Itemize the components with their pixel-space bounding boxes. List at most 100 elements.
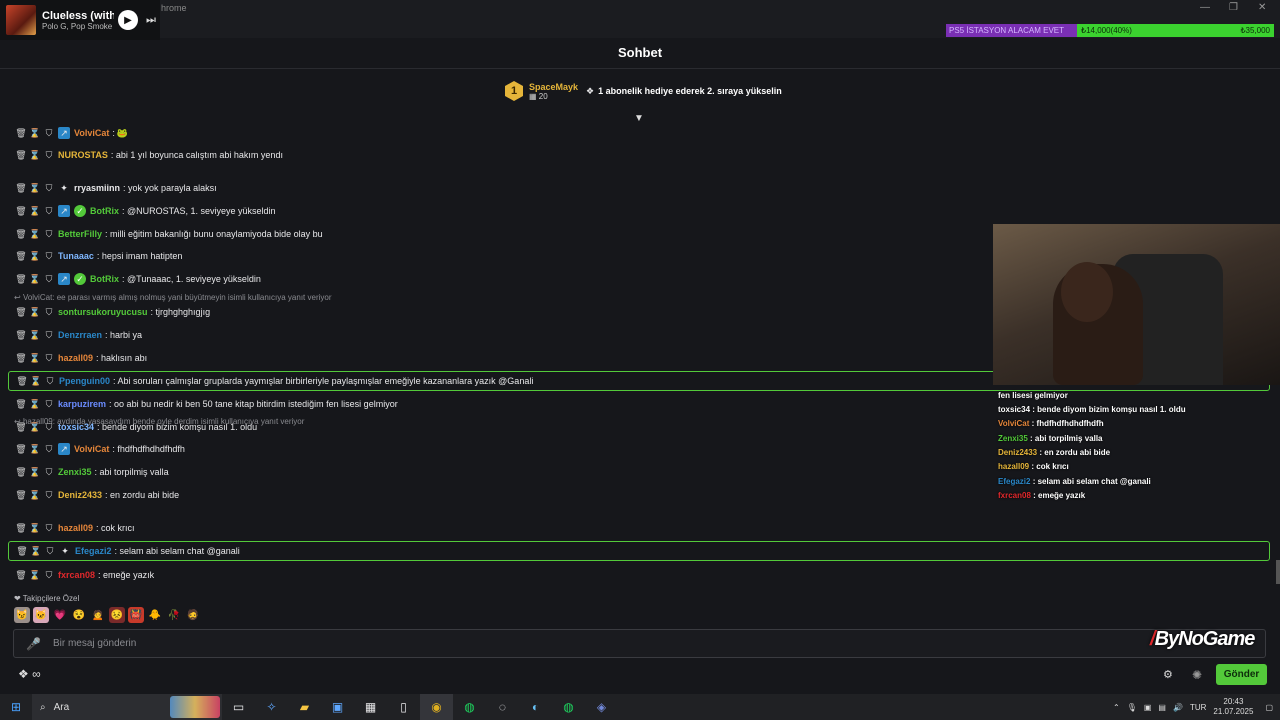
delete-icon[interactable]: 🗑 (14, 229, 28, 240)
chat-username[interactable]: Efegazi2 (75, 546, 112, 556)
delete-icon[interactable]: 🗑 (14, 570, 28, 581)
chat-username[interactable]: Ppenguin00 (59, 376, 110, 386)
chat-username[interactable]: VolviCat (74, 128, 109, 138)
delete-icon[interactable]: 🗑 (14, 307, 28, 318)
timeout-icon[interactable]: ⌛ (28, 444, 42, 455)
steam-icon[interactable]: ◐ (519, 694, 552, 720)
timeout-icon[interactable]: ⌛ (28, 183, 42, 194)
chat-message[interactable]: 🗑 ⌛ ⛉ ↗ VolviCat: 🐸 (8, 123, 1270, 143)
app-grid-icon[interactable]: ▦ (354, 694, 387, 720)
file-explorer-icon[interactable]: ▰ (288, 694, 321, 720)
timeout-icon[interactable]: ⌛ (28, 490, 42, 501)
chat-username[interactable]: NUROSTAS (58, 150, 108, 160)
timeout-icon[interactable]: ⌛ (28, 570, 42, 581)
timeout-icon[interactable]: ⌛ (28, 399, 42, 410)
chat-username[interactable]: hazall09 (58, 523, 93, 533)
chat-message[interactable]: 🗑 ⌛ ⛉ ↗ ✓ BotRix: @NUROSTAS, 1. seviyeye yüks… (8, 201, 1270, 221)
scrollbar[interactable] (1276, 560, 1280, 584)
copilot-icon[interactable]: ✧ (255, 694, 288, 720)
emote[interactable]: 😼 (14, 607, 30, 623)
chat-message[interactable]: 🗑 ⌛ ⛉ hazall09: cok krıcı (8, 518, 1270, 538)
minimize-button[interactable]: — (1200, 2, 1210, 13)
reply-context[interactable]: ↩ hazall09: aydında yasasaydım bende oyl… (14, 417, 304, 426)
badge-settings-icon[interactable]: ✺ (1192, 668, 1202, 682)
spotify-icon[interactable]: ◍ (453, 694, 486, 720)
delete-icon[interactable]: 🗑 (14, 523, 28, 534)
delete-icon[interactable]: 🗑 (15, 546, 29, 557)
timeout-icon[interactable]: ⌛ (28, 523, 42, 534)
message-input-box[interactable]: 🎤 (13, 629, 1266, 658)
language-indicator[interactable]: TUR (1190, 703, 1206, 712)
emote[interactable]: 😵 (71, 607, 87, 623)
chat-username[interactable]: Tunaaac (58, 251, 94, 261)
microphone-icon[interactable]: 🎤 (26, 637, 41, 651)
chat-username[interactable]: hazall09 (58, 353, 93, 363)
emote[interactable]: 💗 (52, 607, 68, 623)
spotify-icon-2[interactable]: ◍ (552, 694, 585, 720)
chat-message[interactable]: 🗑 ⌛ ⛉ ✦ Efegazi2: selam abi selam chat @gana… (8, 541, 1270, 561)
delete-icon[interactable]: 🗑 (14, 128, 28, 139)
chat-username[interactable]: fxrcan08 (58, 570, 95, 580)
notification-icon[interactable]: ▢ (1265, 703, 1273, 712)
chat-username[interactable]: BetterFilly (58, 229, 102, 239)
store-icon[interactable]: ▣ (321, 694, 354, 720)
delete-icon[interactable]: 🗑 (14, 183, 28, 194)
delete-icon[interactable]: 🗑 (14, 206, 28, 217)
chat-username[interactable]: sontursukoruyucusu (58, 307, 148, 317)
timeout-icon[interactable]: ⌛ (28, 251, 42, 262)
emote[interactable]: 👹 (128, 607, 144, 623)
timeout-icon[interactable]: ⌛ (28, 229, 42, 240)
obs-icon[interactable]: ◌ (486, 694, 519, 720)
timeout-icon[interactable]: ⌛ (29, 546, 43, 557)
chat-username[interactable]: Deniz2433 (58, 490, 102, 500)
send-button[interactable]: Gönder (1216, 664, 1267, 685)
timeout-icon[interactable]: ⌛ (29, 376, 43, 387)
mic-tray-icon[interactable]: 🎙 (1127, 703, 1137, 712)
clock[interactable]: 20:43 21.07.2025 (1213, 697, 1253, 717)
chat-username[interactable]: Zenxi35 (58, 467, 92, 477)
chat-username[interactable]: rryasmiinn (74, 183, 120, 193)
pinned-gift-banner[interactable]: 1 SpaceMayk ▦ 20 ❖ 1 abonelik hediye ede… (505, 79, 782, 103)
reply-context[interactable]: ↩ VolviCat: ee parası varmış almış nolmu… (14, 293, 332, 302)
timeout-icon[interactable]: ⌛ (28, 150, 42, 161)
emote[interactable]: 😣 (109, 607, 125, 623)
chat-username[interactable]: Denzrraen (58, 330, 102, 340)
chat-username[interactable]: BotRix (90, 206, 119, 216)
delete-icon[interactable]: 🗑 (14, 150, 28, 161)
windows-start-icon[interactable]: ⊞ (0, 700, 32, 714)
delete-icon[interactable]: 🗑 (14, 330, 28, 341)
restore-button[interactable]: ❐ (1229, 2, 1238, 13)
chevron-up-icon[interactable]: ⌃ (1113, 703, 1120, 712)
timeout-icon[interactable]: ⌛ (28, 274, 42, 285)
chat-message[interactable]: 🗑 ⌛ ⛉ ✦ rryasmiinn: yok yok parayla alaksı (8, 178, 1270, 198)
timeout-icon[interactable]: ⌛ (28, 330, 42, 341)
emote[interactable]: 🙍 (90, 607, 106, 623)
task-view-icon[interactable]: ▭ (222, 694, 255, 720)
delete-icon[interactable]: 🗑 (14, 467, 28, 478)
chat-username[interactable]: VolviCat (74, 444, 109, 454)
timeout-icon[interactable]: ⌛ (28, 307, 42, 318)
discord-icon[interactable]: ◈ (585, 694, 618, 720)
delete-icon[interactable]: 🗑 (14, 251, 28, 262)
chrome-icon[interactable]: ◉ (420, 694, 453, 720)
taskbar-search[interactable]: ⌕ Ara (32, 694, 222, 720)
chat-username[interactable]: BotRix (90, 274, 119, 284)
timeout-icon[interactable]: ⌛ (28, 128, 42, 139)
emote[interactable]: 🧔 (185, 607, 201, 623)
next-track-icon[interactable]: ⏭ (146, 14, 156, 27)
emote[interactable]: 🐥 (147, 607, 163, 623)
delete-icon[interactable]: 🗑 (14, 399, 28, 410)
delete-icon[interactable]: 🗑 (14, 353, 28, 364)
delete-icon[interactable]: 🗑 (14, 274, 28, 285)
delete-icon[interactable]: 🗑 (14, 490, 28, 501)
timeout-icon[interactable]: ⌛ (28, 467, 42, 478)
network-icon[interactable]: ▤ (1158, 703, 1166, 712)
timeout-icon[interactable]: ⌛ (28, 206, 42, 217)
display-icon[interactable]: ▣ (1144, 703, 1152, 712)
settings-gear-icon[interactable]: ⚙ (1163, 668, 1173, 681)
emote[interactable]: 🥀 (166, 607, 182, 623)
close-button[interactable]: ✕ (1258, 2, 1266, 13)
volume-icon[interactable]: 🔊 (1173, 703, 1183, 712)
chat-message[interactable]: 🗑 ⌛ ⛉ fxrcan08: emeğe yazık (8, 565, 1270, 585)
chat-message[interactable]: 🗑 ⌛ ⛉ NUROSTAS: abi 1 yıl boyunca calıştım … (8, 145, 1270, 165)
